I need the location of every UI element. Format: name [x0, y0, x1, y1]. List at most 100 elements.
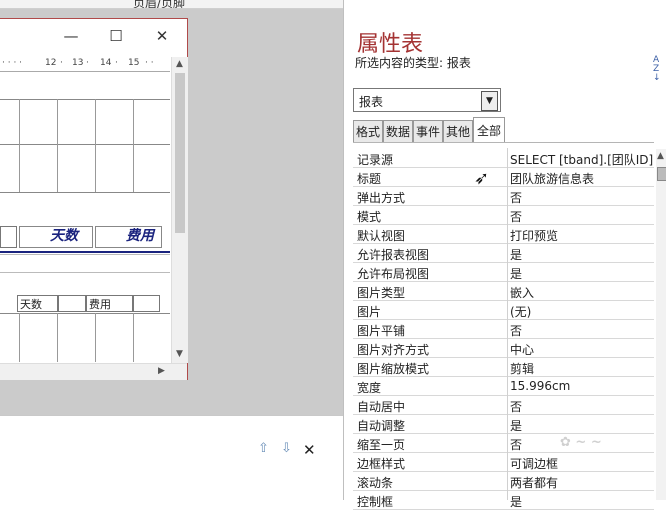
header-label-days: 天数: [50, 228, 78, 244]
down-arrow-icon[interactable]: ⇩: [281, 441, 292, 456]
property-name: 自动居中: [357, 400, 406, 414]
property-value[interactable]: 剪辑: [510, 360, 654, 377]
tab-event[interactable]: 事件: [413, 120, 443, 142]
property-value[interactable]: SELECT [tband].[团队ID],: [510, 151, 654, 168]
grid-line: [0, 144, 170, 145]
property-row[interactable]: 图片对齐方式 中心: [353, 339, 654, 358]
property-row[interactable]: 记录源 SELECT [tband].[团队ID],: [353, 149, 654, 168]
scroll-right-icon[interactable]: ▶: [158, 366, 165, 376]
scroll-thumb[interactable]: [657, 167, 666, 181]
property-name: 图片平铺: [357, 324, 406, 338]
window-titlebar: — ☐ ✕: [0, 19, 187, 53]
header-label-cost-box[interactable]: 费用: [95, 226, 162, 248]
grid-line: [0, 99, 170, 100]
minimize-button[interactable]: —: [60, 25, 82, 47]
lower-panel: ⇧ ⇩ ✕: [0, 415, 343, 501]
object-selector-combo[interactable]: 报表 ▼: [353, 88, 501, 112]
tab-data[interactable]: 数据: [383, 120, 413, 142]
scroll-up-icon[interactable]: ▲: [176, 59, 183, 69]
property-name: 图片类型: [357, 286, 406, 300]
property-name: 宽度: [357, 381, 382, 395]
property-row[interactable]: 图片缩放模式 剪辑: [353, 358, 654, 377]
ruler-tick-label: 15: [128, 58, 140, 68]
maximize-button[interactable]: ☐: [105, 25, 127, 47]
sort-icon[interactable]: A Z ↓: [653, 56, 661, 83]
property-name: 默认视图: [357, 229, 406, 243]
report-design-canvas[interactable]: 天数 费用 天数 费用: [0, 72, 170, 362]
property-grid-divider[interactable]: [507, 148, 508, 500]
detail-field-cost[interactable]: [133, 295, 160, 312]
property-row[interactable]: 控制框 是: [353, 491, 654, 510]
section-divider: [0, 254, 170, 255]
property-value[interactable]: 否: [510, 208, 654, 225]
tab-other[interactable]: 其他: [443, 120, 473, 142]
ribbon-group-header-footer: 页眉/页脚: [133, 0, 186, 9]
property-grid-scrollbar[interactable]: ▲: [656, 149, 666, 500]
property-value[interactable]: 是: [510, 246, 654, 263]
watermark-logo: ✿ ~ ~: [560, 435, 602, 450]
chevron-down-icon[interactable]: ▼: [481, 91, 498, 111]
tab-format[interactable]: 格式: [353, 120, 383, 142]
detail-label-days[interactable]: 天数: [17, 295, 58, 312]
tab-all[interactable]: 全部: [473, 117, 505, 143]
close-button[interactable]: ✕: [151, 25, 173, 47]
header-control[interactable]: [0, 226, 17, 248]
grid-line: [0, 313, 170, 314]
property-name: 弹出方式: [357, 191, 406, 205]
property-row[interactable]: 自动居中 否: [353, 396, 654, 415]
ruler-tick-label: 12: [45, 58, 57, 68]
grid-line: [133, 313, 134, 362]
report-vertical-scrollbar[interactable]: ▲ ▼: [171, 57, 188, 363]
property-name: 边框样式: [357, 457, 406, 471]
property-value[interactable]: 否: [510, 189, 654, 206]
object-selector-value: 报表: [359, 95, 384, 109]
property-value[interactable]: 团队旅游信息表: [510, 170, 654, 187]
property-row[interactable]: 允许报表视图 是: [353, 244, 654, 263]
property-value[interactable]: 15.996cm: [510, 379, 654, 393]
report-horizontal-scrollbar[interactable]: ▶: [0, 363, 187, 380]
property-row[interactable]: 自动调整 是: [353, 415, 654, 434]
ruler-tick-label: 13: [72, 58, 84, 68]
grid-line: [57, 99, 58, 192]
property-value[interactable]: 是: [510, 417, 654, 434]
property-row[interactable]: 允许布局视图 是: [353, 263, 654, 282]
property-name: 允许布局视图: [357, 267, 430, 281]
property-row[interactable]: 默认视图 打印预览: [353, 225, 654, 244]
detail-label-cost[interactable]: 费用: [86, 295, 133, 312]
grid-line: [0, 192, 170, 193]
property-value[interactable]: 是: [510, 493, 654, 510]
grid-line: [19, 99, 20, 192]
property-row[interactable]: 标题 团队旅游信息表: [353, 168, 654, 187]
close-panel-button[interactable]: ✕: [303, 441, 316, 459]
scroll-up-icon[interactable]: ▲: [657, 151, 664, 161]
property-name: 记录源: [357, 153, 394, 167]
property-value[interactable]: (无): [510, 303, 654, 320]
property-value[interactable]: 中心: [510, 341, 654, 358]
property-row[interactable]: 图片 (无): [353, 301, 654, 320]
property-value[interactable]: 打印预览: [510, 227, 654, 244]
property-value[interactable]: 是: [510, 265, 654, 282]
header-label-days-box[interactable]: 天数: [19, 226, 93, 248]
up-arrow-icon[interactable]: ⇧: [258, 441, 269, 456]
scroll-down-icon[interactable]: ▼: [176, 349, 183, 359]
ruler-tick-label: 14: [100, 58, 112, 68]
horizontal-ruler: · · · · 12 · 13 · 14 · 15 · ·: [0, 57, 170, 72]
section-divider: [0, 272, 170, 273]
property-row[interactable]: 图片类型 嵌入: [353, 282, 654, 301]
detail-field-days[interactable]: [58, 295, 86, 312]
property-row[interactable]: 弹出方式 否: [353, 187, 654, 206]
property-name: 标题: [357, 172, 382, 186]
property-row[interactable]: 模式 否: [353, 206, 654, 225]
property-value[interactable]: 否: [510, 322, 654, 339]
property-row[interactable]: 图片平铺 否: [353, 320, 654, 339]
property-name: 图片: [357, 305, 382, 319]
property-value[interactable]: 嵌入: [510, 284, 654, 301]
property-name: 允许报表视图: [357, 248, 430, 262]
property-name: 缩至一页: [357, 438, 406, 452]
grid-line: [133, 99, 134, 192]
selection-type-label: 所选内容的类型: 报表: [355, 56, 471, 70]
property-row[interactable]: 宽度 15.996cm: [353, 377, 654, 396]
property-name: 模式: [357, 210, 382, 224]
scroll-thumb[interactable]: [175, 73, 185, 233]
property-value[interactable]: 否: [510, 398, 654, 415]
